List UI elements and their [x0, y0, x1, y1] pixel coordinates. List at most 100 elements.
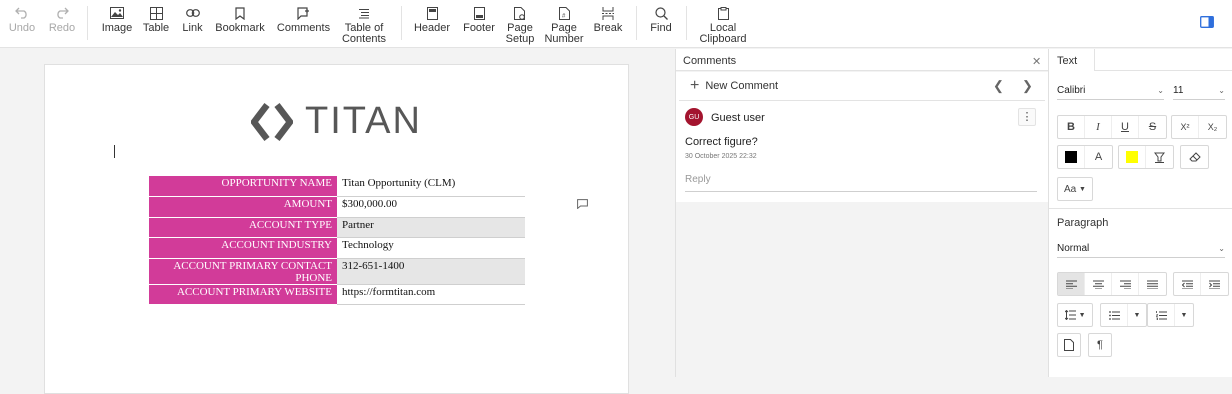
- align-center-icon[interactable]: [1085, 273, 1112, 295]
- plus-icon: +: [690, 77, 700, 94]
- chevron-down-icon: ⌄: [1218, 86, 1225, 95]
- comment-author: Guest user: [711, 112, 765, 124]
- font-size-value: 11: [1173, 85, 1184, 96]
- table-key-cell[interactable]: ACCOUNT TYPE: [149, 217, 337, 239]
- page-number-button[interactable]: # Page Number: [543, 0, 585, 46]
- bookmark-button[interactable]: Bookmark: [214, 0, 266, 46]
- pilcrow-icon[interactable]: ¶: [1089, 334, 1111, 356]
- caret-down-icon[interactable]: ▼: [1128, 304, 1146, 326]
- change-case-button[interactable]: Aa ▼: [1058, 178, 1092, 200]
- header-button[interactable]: Header: [412, 0, 452, 46]
- break-button[interactable]: Break: [592, 0, 624, 46]
- find-button[interactable]: Find: [647, 0, 675, 46]
- chevron-left-icon[interactable]: ❮: [993, 78, 1004, 94]
- font-color-swatch[interactable]: [1058, 146, 1085, 168]
- align-right-icon[interactable]: [1112, 273, 1139, 295]
- underline-button[interactable]: U: [1112, 116, 1139, 138]
- comment-thread: + New Comment ❮ ❯ GU Guest user ⋮ Correc…: [676, 72, 1048, 202]
- comment-marker-icon[interactable]: [577, 196, 588, 214]
- table-value-cell[interactable]: Technology: [337, 237, 525, 259]
- page-setup-button[interactable]: Page Setup: [503, 0, 537, 46]
- reply-input[interactable]: Reply: [685, 174, 1037, 192]
- outdent-icon[interactable]: [1174, 273, 1201, 295]
- bold-button[interactable]: B: [1058, 116, 1085, 138]
- table-key-cell[interactable]: OPPORTUNITY NAME: [149, 176, 337, 198]
- table-key-cell[interactable]: ACCOUNT PRIMARY CONTACT PHONE: [149, 258, 337, 285]
- bullet-list-icon[interactable]: [1101, 304, 1128, 326]
- indent-icon[interactable]: [1201, 273, 1228, 295]
- page-setup-label: Page Setup: [505, 22, 535, 45]
- redo-label: Redo: [48, 22, 76, 34]
- table-value-cell[interactable]: Partner: [337, 217, 525, 239]
- new-comment-button[interactable]: + New Comment: [690, 77, 778, 94]
- superscript-button[interactable]: X²: [1172, 116, 1199, 138]
- numbered-list-icon[interactable]: [1148, 304, 1175, 326]
- table-row: ACCOUNT INDUSTRY Technology: [149, 237, 525, 259]
- comments-label: Comments: [276, 22, 331, 34]
- indent-group: [1173, 272, 1229, 296]
- italic-button[interactable]: I: [1085, 116, 1112, 138]
- bookmark-icon: [235, 3, 245, 23]
- table-row: AMOUNT $300,000.00: [149, 196, 525, 218]
- document-page[interactable]: TITAN OPPORTUNITY NAME Titan Opportunity…: [44, 64, 629, 394]
- table-value-cell[interactable]: $300,000.00: [337, 196, 525, 218]
- highlighter-icon[interactable]: [1146, 146, 1173, 168]
- line-spacing-group: ▼: [1057, 303, 1093, 327]
- paragraph-style-select[interactable]: Normal ⌄: [1057, 240, 1225, 258]
- find-label: Find: [650, 22, 672, 34]
- toolbar-divider: [686, 6, 687, 40]
- chevron-right-icon[interactable]: ❯: [1022, 78, 1033, 94]
- text-cursor: [114, 145, 115, 158]
- table-value-cell[interactable]: 312-651-1400: [337, 258, 525, 285]
- comments-button[interactable]: Comments: [276, 0, 331, 46]
- comments-panel-title: Comments: [683, 55, 737, 67]
- image-button[interactable]: Image: [101, 0, 133, 46]
- titan-logo: TITAN: [251, 100, 422, 143]
- sidebar-toggle-icon[interactable]: [1200, 15, 1214, 33]
- caret-down-icon[interactable]: ▼: [1175, 304, 1193, 326]
- table-key-cell[interactable]: AMOUNT: [149, 196, 337, 218]
- script-group: X² X₂: [1171, 115, 1227, 139]
- eraser-icon[interactable]: [1181, 146, 1208, 168]
- subscript-button[interactable]: X₂: [1199, 116, 1226, 138]
- undo-button[interactable]: Undo: [6, 0, 38, 46]
- font-size-select[interactable]: 11 ⌄: [1173, 82, 1225, 100]
- caret-down-icon: ▼: [1079, 185, 1086, 193]
- table-of-contents-button[interactable]: Table of Contents: [338, 0, 390, 46]
- redo-button[interactable]: Redo: [47, 0, 77, 46]
- link-icon: [185, 3, 200, 23]
- svg-text:#: #: [562, 13, 566, 19]
- font-color-button[interactable]: A: [1085, 146, 1112, 168]
- divider: [679, 100, 1045, 101]
- footer-button[interactable]: Footer: [461, 0, 497, 46]
- font-family-select[interactable]: Calibri ⌄: [1057, 82, 1164, 100]
- line-spacing-button[interactable]: ▼: [1058, 304, 1092, 326]
- divider: [1049, 208, 1232, 209]
- local-clipboard-button[interactable]: Local Clipboard: [697, 0, 749, 46]
- close-icon[interactable]: ✕: [1032, 57, 1041, 68]
- logo-text: TITAN: [305, 100, 422, 142]
- table-button[interactable]: Table: [142, 0, 170, 46]
- align-left-icon[interactable]: [1058, 273, 1085, 295]
- font-family-value: Calibri: [1057, 85, 1086, 96]
- table-key-cell[interactable]: ACCOUNT PRIMARY WEBSITE: [149, 284, 337, 306]
- table-value-cell[interactable]: https://formtitan.com: [337, 284, 525, 306]
- table-key-cell[interactable]: ACCOUNT INDUSTRY: [149, 237, 337, 259]
- link-button[interactable]: Link: [180, 0, 205, 46]
- break-label: Break: [593, 22, 623, 34]
- footer-icon: [473, 3, 485, 23]
- align-justify-icon[interactable]: [1139, 273, 1166, 295]
- change-case-group: Aa ▼: [1057, 177, 1093, 201]
- header-icon: [426, 3, 438, 23]
- highlight-color-swatch[interactable]: [1119, 146, 1146, 168]
- tab-text[interactable]: Text: [1051, 49, 1095, 71]
- opportunity-table[interactable]: OPPORTUNITY NAME Titan Opportunity (CLM)…: [149, 176, 525, 306]
- clipboard-icon: [717, 3, 729, 23]
- document-icon[interactable]: [1058, 334, 1080, 356]
- chevron-down-icon: ⌄: [1157, 86, 1164, 95]
- document-area: TITAN OPPORTUNITY NAME Titan Opportunity…: [0, 49, 675, 394]
- toolbar-divider: [87, 6, 88, 40]
- table-value-cell[interactable]: Titan Opportunity (CLM): [337, 176, 525, 198]
- strikethrough-button[interactable]: S: [1139, 116, 1166, 138]
- more-options-icon[interactable]: ⋮: [1018, 108, 1036, 126]
